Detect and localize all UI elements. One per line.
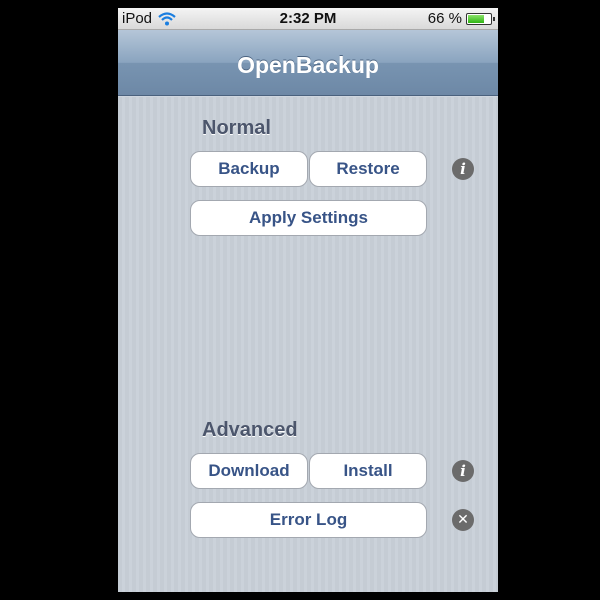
normal-info-icon[interactable]: i xyxy=(452,158,474,180)
download-button[interactable]: Download xyxy=(190,453,308,489)
battery-icon xyxy=(466,12,495,25)
apply-settings-button[interactable]: Apply Settings xyxy=(190,200,427,236)
install-button[interactable]: Install xyxy=(309,453,427,489)
restore-button[interactable]: Restore xyxy=(309,151,427,187)
main-content: Normal Backup Restore i Apply Settings A… xyxy=(118,97,498,592)
backup-button[interactable]: Backup xyxy=(190,151,308,187)
section-header-advanced: Advanced xyxy=(202,419,298,441)
close-icon[interactable]: ✕ xyxy=(452,509,474,531)
error-log-button[interactable]: Error Log xyxy=(190,502,427,538)
status-right: 66 % xyxy=(427,10,495,27)
section-header-normal: Normal xyxy=(202,117,271,139)
app-screen: iPod 2:32 PM 66 % OpenBackup Normal Back… xyxy=(118,8,498,592)
battery-fill xyxy=(468,14,484,23)
nav-title: OpenBackup xyxy=(237,52,379,78)
battery-percent: 66 % xyxy=(427,10,462,27)
advanced-info-icon[interactable]: i xyxy=(452,460,474,482)
status-bar: iPod 2:32 PM 66 % xyxy=(118,8,498,30)
navigation-bar: OpenBackup xyxy=(118,30,498,96)
